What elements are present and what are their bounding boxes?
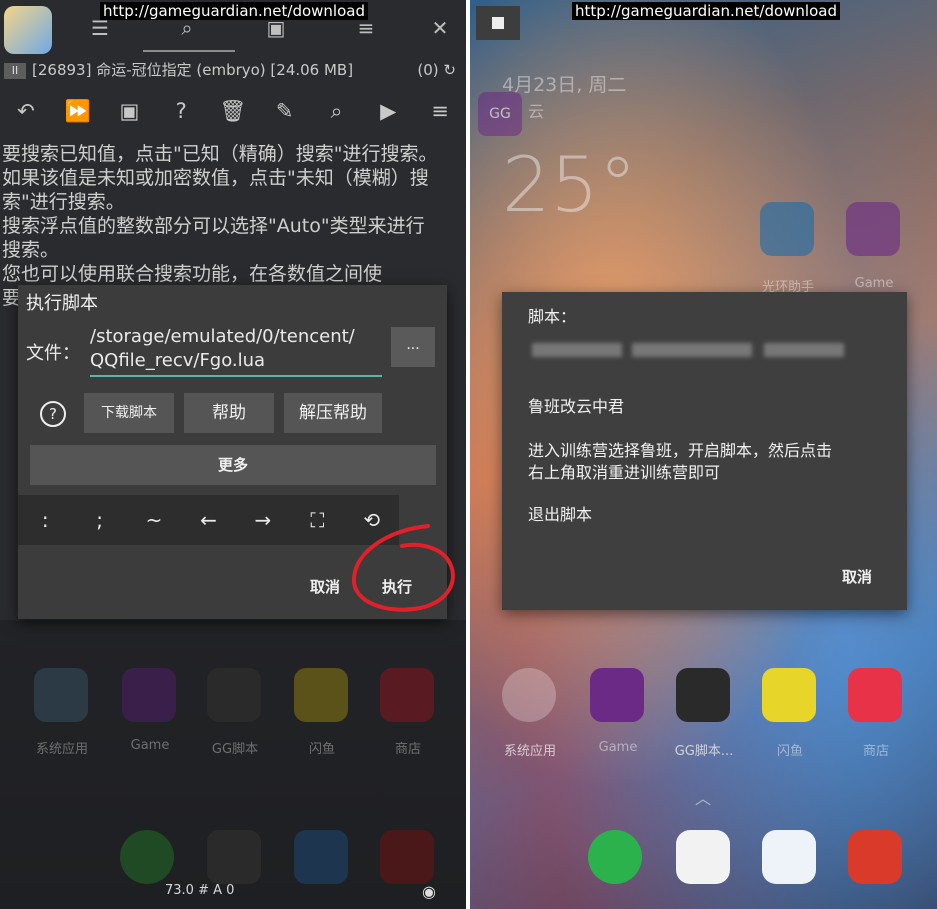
wechat-icon[interactable] (588, 830, 642, 884)
semicolon-key[interactable]: ; (84, 508, 116, 532)
home-label: GG脚本 (211, 742, 259, 757)
halo-helper-app-icon[interactable] (760, 202, 814, 256)
colon-key[interactable]: : (29, 508, 61, 532)
download-script-button[interactable]: 下载脚本 (84, 393, 174, 433)
play-icon[interactable]: ▶ (372, 99, 404, 123)
script-option[interactable]: 鲁班改云中君 (528, 396, 624, 418)
more-button[interactable]: 更多 (30, 445, 436, 485)
tilde-key[interactable]: ~ (138, 508, 170, 532)
kuaishou-icon[interactable] (848, 830, 902, 884)
store-app-icon[interactable] (380, 668, 434, 722)
home-label: 闪鱼 (308, 742, 335, 757)
symbol-key-row: : ; ~ ← → ⛶ ⟲ (18, 495, 399, 545)
exit-script-option[interactable]: 退出脚本 (528, 504, 592, 526)
app-label: 系统应用 (503, 744, 556, 759)
app-label: Game (598, 740, 638, 755)
blurred-text (532, 343, 622, 357)
search-help-icon[interactable]: ? (165, 99, 197, 123)
app-label: 商店 (862, 744, 889, 759)
edit-icon[interactable]: ✎ (269, 99, 301, 123)
app-label: GG脚本... (674, 744, 734, 759)
arrow-right-key[interactable]: → (247, 508, 279, 532)
app-label: Game (854, 276, 894, 291)
save-icon[interactable]: ▣ (113, 99, 145, 123)
process-info: [26893] 命运-冠位指定 (embryo) [24.06 MB] (32, 61, 354, 79)
process-line: II [26893] 命运-冠位指定 (embryo) [24.06 MB] (0… (4, 60, 462, 80)
game-app-icon[interactable] (846, 202, 900, 256)
qq-icon[interactable] (676, 830, 730, 884)
help-line: 搜索浮点值的整数部分可以选择"Auto"类型来进行 (2, 215, 425, 237)
arrow-left-key[interactable]: ← (192, 508, 224, 532)
temperature-widget: 25° (502, 140, 637, 229)
game-app-icon[interactable] (4, 6, 52, 54)
select-all-icon[interactable]: ⛶ (301, 508, 333, 532)
help-line: 您也可以使用联合搜索功能，在各数值之间使 (2, 263, 383, 285)
cancel-button[interactable]: 取消 (842, 566, 872, 588)
help-button[interactable]: 帮助 (184, 393, 274, 433)
kuaishou-icon[interactable] (380, 830, 434, 884)
file-path-line: QQfile_recv/Fgo.lua (90, 350, 266, 371)
refresh-icon[interactable]: ↻ (443, 61, 456, 79)
qq-icon[interactable] (207, 830, 261, 884)
instruction-text: 右上角取消重进训练营即可 (528, 463, 721, 482)
dialog-title: 执行脚本 (26, 293, 98, 314)
home-label: 商店 (394, 742, 421, 757)
gg-script-app-icon[interactable] (207, 668, 261, 722)
chevron-up-icon[interactable]: ︿ (695, 785, 711, 809)
help-line: 索"进行搜索。 (2, 191, 125, 213)
browse-button[interactable]: ... (391, 327, 435, 367)
file-path-field[interactable]: /storage/emulated/0/tencent/ QQfile_recv… (90, 325, 382, 377)
menu-icon[interactable]: ≡ (424, 99, 456, 123)
shanyu-app-icon[interactable] (762, 668, 816, 722)
script-dialog: 脚本： 鲁班改云中君 进入训练营选择鲁班，开启脚本，然后点击 右上角取消重进训练… (502, 292, 907, 610)
app-label: 闪鱼 (776, 744, 803, 759)
wechat-icon[interactable] (120, 830, 174, 884)
undo-icon[interactable]: ↶ (10, 99, 42, 123)
url-watermark: http://gameguardian.net/download (100, 2, 368, 20)
action-toolbar: ↶ ⏩ ▣ ? 🗑 ✎ ⌕ ▶ ≡ (0, 90, 466, 132)
stop-icon (492, 17, 504, 29)
delete-icon[interactable]: 🗑 (217, 99, 249, 124)
help-line: 搜索。 (2, 239, 60, 261)
eye-icon[interactable]: ◉ (422, 882, 436, 901)
gg-script-app-icon[interactable] (676, 668, 730, 722)
search-icon[interactable]: ⌕ (320, 99, 352, 124)
instruction-text: 进入训练营选择鲁班，开启脚本，然后点击 (528, 441, 833, 460)
pause-icon[interactable]: II (4, 62, 26, 79)
blurred-text (764, 343, 844, 357)
system-apps-folder-icon[interactable] (34, 668, 88, 722)
system-apps-folder-icon[interactable] (502, 668, 556, 722)
store-app-icon[interactable] (848, 668, 902, 722)
game-app-icon[interactable] (590, 668, 644, 722)
red-highlight-circle (351, 524, 455, 612)
weather-label: 云 (528, 102, 545, 121)
right-screenshot: 4月23日, 周二 GG 云 25° 光环助手 Game 脚本： 鲁班改云中君 … (470, 0, 937, 909)
unzip-help-button[interactable]: 解压帮助 (284, 393, 382, 433)
home-label: 系统应用 (35, 742, 88, 757)
browser-icon[interactable] (294, 830, 348, 884)
help-line: 如果该值是未知或加密数值，点击"未知（模糊）搜 (2, 167, 429, 189)
left-screenshot: ☰ ⌕ ▣ ≡ ✕ II [26893] 命运-冠位指定 (embryo) [24… (0, 0, 466, 909)
browser-icon[interactable] (762, 830, 816, 884)
file-path-line: /storage/emulated/0/tencent/ (90, 326, 355, 347)
fast-forward-icon[interactable]: ⏩ (62, 99, 94, 124)
gg-floating-icon[interactable]: GG (478, 92, 522, 136)
active-tab-indicator (143, 50, 235, 52)
shanyu-app-icon[interactable] (294, 668, 348, 722)
url-watermark: http://gameguardian.net/download (572, 2, 840, 20)
file-label: 文件： (26, 343, 80, 364)
dialog-title: 脚本： (528, 307, 577, 326)
help-circle-icon[interactable]: ? (40, 401, 66, 427)
game-app-icon[interactable] (122, 668, 176, 722)
status-readout: 73.0 # A 0 (165, 883, 235, 898)
blurred-text (632, 343, 752, 357)
process-count: (0) (417, 61, 439, 79)
cancel-button[interactable]: 取消 (310, 576, 340, 597)
stop-button[interactable] (476, 6, 520, 40)
home-screen-background: 系统应用 Game GG脚本 闪鱼 商店 (0, 620, 466, 909)
close-icon[interactable]: ✕ (426, 14, 454, 42)
home-label: Game (130, 738, 170, 753)
date-widget: 4月23日, 周二 (502, 74, 627, 96)
help-line: 要搜索已知值，点击"已知（精确）搜索"进行搜索。 (2, 143, 438, 165)
